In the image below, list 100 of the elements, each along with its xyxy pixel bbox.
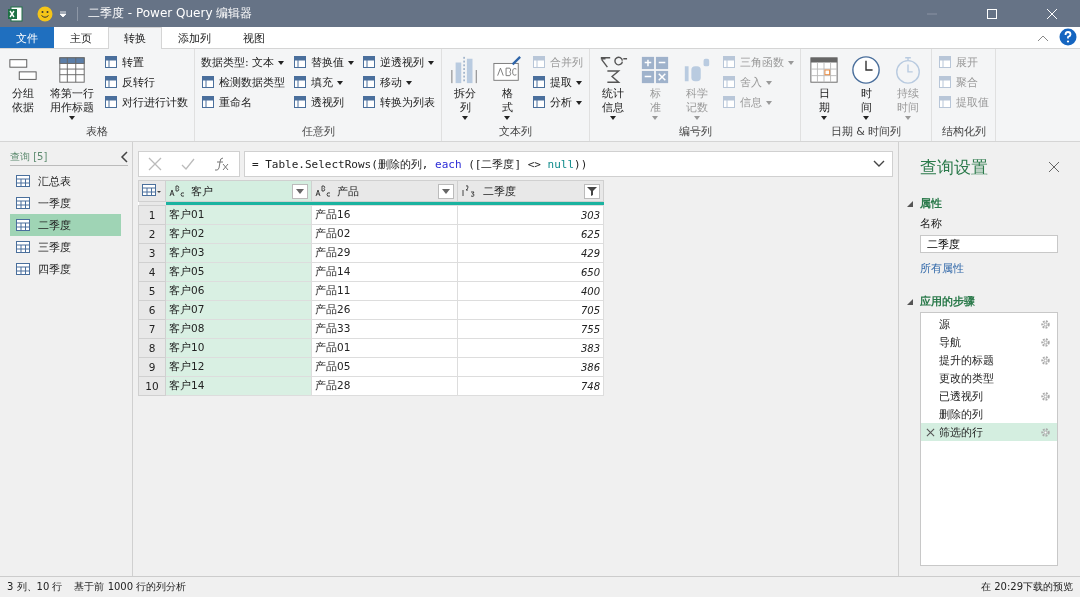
- tool-icon: [723, 96, 735, 108]
- group-label: 任意列: [300, 124, 336, 140]
- tool-icon: [939, 76, 951, 88]
- ribbon-tab[interactable]: 添加列: [162, 27, 227, 48]
- column-menu-button[interactable]: [438, 183, 454, 199]
- section-heading: 属性: [920, 196, 942, 211]
- calendar-icon: [809, 55, 839, 85]
- split-icon: [450, 55, 480, 85]
- excel-icon[interactable]: [7, 5, 23, 22]
- status-text: 3 列、10 行: [7, 580, 63, 594]
- row-number: 1: [138, 205, 166, 225]
- table-icon: [16, 241, 30, 253]
- ribbon-button[interactable]: 转换为列表: [360, 93, 437, 111]
- step-item[interactable]: 筛选的行: [921, 423, 1057, 441]
- tool-icon: [533, 96, 545, 108]
- caret-icon: [442, 188, 450, 194]
- help-icon[interactable]: [1059, 28, 1077, 46]
- grid-icon: [57, 55, 87, 85]
- table-cell: 产品28: [311, 376, 458, 396]
- table-cell: 产品14: [311, 262, 458, 282]
- ribbon-button[interactable]: 格 式: [488, 53, 526, 124]
- table-cell: 产品16: [311, 205, 458, 225]
- window-title: 二季度 - Power Query 编辑器: [88, 5, 253, 22]
- tool-icon: [533, 56, 545, 68]
- name-field[interactable]: 二季度: [920, 235, 1058, 253]
- ribbon-button[interactable]: 拆分 列: [446, 53, 484, 124]
- tool-icon: [105, 76, 117, 88]
- ribbon-button[interactable]: 透视列: [291, 93, 356, 111]
- ribbon-button[interactable]: 分组 依据: [4, 53, 42, 124]
- ribbon-button[interactable]: 逆透视列: [360, 53, 437, 71]
- ribbon-button[interactable]: 移动: [360, 73, 437, 91]
- tool-icon: [294, 96, 306, 108]
- delete-icon[interactable]: [926, 428, 935, 437]
- ribbon-tab[interactable]: 文件: [0, 27, 54, 48]
- ribbon-button[interactable]: 日 期: [805, 53, 843, 124]
- ribbon-button[interactable]: 检测数据类型: [199, 73, 287, 91]
- query-item[interactable]: 一季度: [10, 192, 121, 214]
- all-properties-link[interactable]: 所有属性: [920, 261, 964, 276]
- ribbon-tab[interactable]: 视图: [227, 27, 281, 48]
- expand-triangle-icon[interactable]: [907, 200, 913, 207]
- tool-icon: [723, 56, 735, 68]
- column-menu-button[interactable]: [292, 183, 308, 199]
- step-item[interactable]: 删除的列: [921, 405, 1057, 423]
- ribbon-button[interactable]: 重命名: [199, 93, 287, 111]
- function-icon[interactable]: [213, 157, 230, 171]
- query-item[interactable]: 三季度: [10, 236, 121, 258]
- ribbon-button[interactable]: 对行进行计数: [102, 93, 190, 111]
- query-item[interactable]: 四季度: [10, 258, 121, 280]
- tool-icon: [202, 96, 214, 108]
- ribbon-button[interactable]: 统计 信息: [594, 53, 632, 124]
- column-header[interactable]: 二季度: [457, 180, 604, 202]
- step-item[interactable]: 更改的类型: [921, 369, 1057, 387]
- table-cell: 386: [457, 357, 604, 377]
- table-cell: 产品01: [311, 338, 458, 358]
- formula-field[interactable]: = Table.SelectRows(删除的列, each ([二季度] <> null)): [244, 151, 893, 177]
- tool-icon: [202, 76, 214, 88]
- query-item[interactable]: 二季度: [10, 214, 121, 236]
- step-item[interactable]: 提升的标题: [921, 351, 1057, 369]
- section-heading: 应用的步骤: [920, 294, 975, 309]
- column-menu-button[interactable]: [584, 183, 600, 199]
- check-icon[interactable]: [181, 157, 195, 171]
- step-item[interactable]: 导航: [921, 333, 1057, 351]
- ribbon-button[interactable]: 替换值: [291, 53, 356, 71]
- ribbon-button[interactable]: 数据类型: 文本: [199, 53, 287, 71]
- tool-icon: [105, 56, 117, 68]
- table-cell: 客户01: [165, 205, 312, 225]
- step-item[interactable]: 已透视列: [921, 387, 1057, 405]
- tool-icon: [363, 56, 375, 68]
- collapse-icon[interactable]: [120, 151, 128, 163]
- table-menu-icon[interactable]: [142, 183, 162, 196]
- close-icon[interactable]: [1048, 161, 1060, 173]
- expand-triangle-icon[interactable]: [907, 298, 913, 305]
- ribbon-button[interactable]: 将第一行 用作标题: [46, 53, 98, 124]
- ribbon-button[interactable]: 反转行: [102, 73, 190, 91]
- table-cell: 产品29: [311, 243, 458, 263]
- ribbon-button[interactable]: 提取: [530, 73, 585, 91]
- maximize-icon[interactable]: [986, 7, 998, 20]
- tool-icon: [363, 96, 375, 108]
- ribbon-tab[interactable]: 转换: [108, 27, 162, 49]
- ribbon-button[interactable]: 时 间: [847, 53, 885, 124]
- dropdown-icon[interactable]: [59, 9, 67, 18]
- group-label: 日期 & 时间列: [829, 124, 903, 140]
- table-cell: 产品26: [311, 300, 458, 320]
- status-text: 基于前 1000 行的列分析: [74, 580, 187, 594]
- collapse-ribbon-icon[interactable]: [1037, 34, 1049, 42]
- group-label: 表格: [85, 124, 109, 140]
- ribbon-button[interactable]: 转置: [102, 53, 190, 71]
- table-icon: [16, 197, 30, 209]
- smiley-icon[interactable]: [37, 5, 53, 22]
- column-header[interactable]: 客户: [165, 180, 312, 202]
- name-label: 名称: [920, 216, 943, 231]
- table-cell: 650: [457, 262, 604, 282]
- ribbon-tab[interactable]: 主页: [54, 27, 108, 48]
- column-header[interactable]: 产品: [311, 180, 458, 202]
- ribbon-button[interactable]: 填充: [291, 73, 356, 91]
- ribbon-button[interactable]: 分析: [530, 93, 585, 111]
- query-item[interactable]: 汇总表: [10, 170, 121, 192]
- step-item[interactable]: 源: [921, 315, 1057, 333]
- expand-icon[interactable]: [873, 160, 885, 168]
- ops-icon: [640, 55, 670, 85]
